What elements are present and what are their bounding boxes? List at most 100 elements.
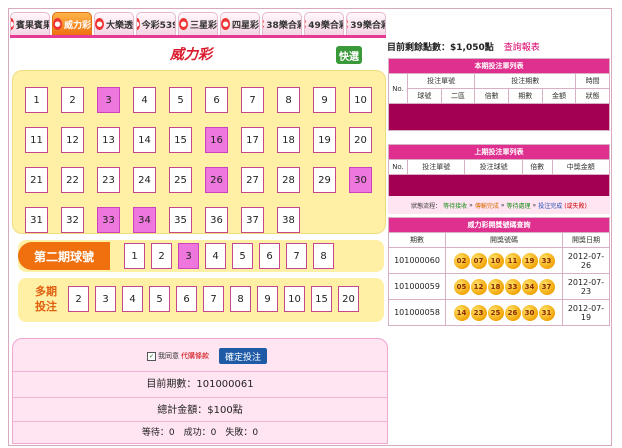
tab-4star[interactable]: ● 四星彩 (220, 12, 260, 36)
multi-period-panel: 多期 投注 2 3 4 5 6 7 8 9 10 15 20 (18, 278, 384, 322)
first-area-number-17[interactable]: 17 (241, 127, 264, 153)
first-area-number-21[interactable]: 21 (25, 167, 48, 193)
drawn-ball: 31 (538, 304, 555, 321)
confirm-bet-button[interactable]: 確定投注 (219, 348, 267, 364)
tab-49[interactable]: ●49樂合彩 (304, 12, 344, 36)
multi-period-option-9[interactable]: 9 (257, 286, 278, 312)
multi-period-option-8[interactable]: 8 (230, 286, 251, 312)
first-area-number-11[interactable]: 11 (25, 127, 48, 153)
status-flow: 狀態流程： 等待接收» 傳輸完成» 等待處理» 投注完成 (或失敗) (388, 196, 610, 214)
drawn-ball: 11 (504, 252, 521, 269)
drawn-ball: 07 (470, 252, 487, 269)
first-area-number-8[interactable]: 8 (277, 87, 300, 113)
first-area-number-24[interactable]: 24 (133, 167, 156, 193)
current-period: 目前期數：101000061 (13, 371, 387, 398)
terms-link[interactable]: 代購條款 (181, 351, 209, 361)
first-area-number-25[interactable]: 25 (169, 167, 192, 193)
tab-3star[interactable]: ● 三星彩 (178, 12, 218, 36)
multi-period-option-6[interactable]: 6 (176, 286, 197, 312)
38-icon: ● (263, 18, 265, 30)
drawn-ball: 26 (504, 304, 521, 321)
multi-period-option-10[interactable]: 10 (284, 286, 305, 312)
table-row: 101000058 14 23 25 26 30 31 2012-07-19 (388, 299, 610, 326)
second-area-number-6[interactable]: 6 (259, 243, 280, 269)
first-area-number-6[interactable]: 6 (205, 87, 228, 113)
multi-period-option-7[interactable]: 7 (203, 286, 224, 312)
first-area-number-12[interactable]: 12 (61, 127, 84, 153)
first-area-grid: 1 2 3 4 5 6 7 8 9 10 11 12 13 14 15 16 17 18 19 20 21 22 23 24 2… (25, 87, 372, 233)
multi-period-option-2[interactable]: 2 (68, 286, 89, 312)
tab-underline (10, 35, 386, 38)
game-tabs: ●賓果賓果 ●威力彩 ●大樂透 ●今彩539 ●三星彩 ●四星彩 ●38樂合彩 … (10, 12, 386, 36)
first-area-number-10[interactable]: 10 (349, 87, 372, 113)
powerball-icon: ● (53, 18, 62, 30)
arrow-icon: » (532, 201, 537, 209)
second-area-number-5[interactable]: 5 (232, 243, 253, 269)
tab-lotto[interactable]: ● 大樂透 (94, 12, 134, 36)
tab-39[interactable]: ●39樂合彩 (346, 12, 386, 36)
agree-checkbox[interactable]: ✓ (147, 351, 156, 361)
draw-history-title: 威力彩開獎號碼查詢 (388, 217, 610, 233)
bet-status-counts: 等待：0 成功：0 失敗：0 (13, 421, 387, 444)
first-area-number-23[interactable]: 23 (97, 167, 120, 193)
first-area-number-36[interactable]: 36 (205, 207, 228, 233)
multi-period-option-3[interactable]: 3 (95, 286, 116, 312)
tab-powerball[interactable]: ● 威力彩 (52, 12, 92, 36)
second-area-number-3[interactable]: 3 (178, 243, 199, 269)
first-area-number-2[interactable]: 2 (61, 87, 84, 113)
first-area-number-3[interactable]: 3 (97, 87, 120, 113)
table-row: 101000059 05 12 18 33 34 37 2012-07-23 (388, 273, 610, 300)
first-area-number-31[interactable]: 31 (25, 207, 48, 233)
first-area-number-16[interactable]: 16 (205, 127, 228, 153)
drawn-ball: 19 (521, 252, 538, 269)
report-link[interactable]: 查詢報表 (504, 43, 540, 53)
first-area-number-26[interactable]: 26 (205, 167, 228, 193)
quick-pick-button[interactable]: 快選 (336, 46, 362, 64)
first-area-number-15[interactable]: 15 (169, 127, 192, 153)
bingo-icon: ● (11, 18, 15, 30)
first-area-number-35[interactable]: 35 (169, 207, 192, 233)
second-area-number-4[interactable]: 4 (205, 243, 226, 269)
first-area-number-19[interactable]: 19 (313, 127, 336, 153)
first-area-number-5[interactable]: 5 (169, 87, 192, 113)
multi-period-label: 多期 投注 (35, 285, 57, 313)
second-area-number-8[interactable]: 8 (313, 243, 334, 269)
first-area-number-37[interactable]: 37 (241, 207, 264, 233)
second-area-label: 第二期球號 (18, 242, 110, 270)
lotto-icon: ● (95, 18, 104, 30)
drawn-ball: 05 (453, 278, 470, 295)
first-area-number-18[interactable]: 18 (277, 127, 300, 153)
current-bets-title: 本期投注單列表 (388, 58, 610, 74)
539-icon: ● (137, 18, 140, 30)
first-area-number-38[interactable]: 38 (277, 207, 300, 233)
first-area-number-32[interactable]: 32 (61, 207, 84, 233)
multi-period-option-20[interactable]: 20 (338, 286, 359, 312)
first-area-number-30[interactable]: 30 (349, 167, 372, 193)
drawn-ball: 33 (504, 278, 521, 295)
multi-period-option-5[interactable]: 5 (149, 286, 170, 312)
first-area-number-7[interactable]: 7 (241, 87, 264, 113)
second-area-number-7[interactable]: 7 (286, 243, 307, 269)
current-bets-empty (388, 103, 610, 131)
tab-bingo[interactable]: ●賓果賓果 (10, 12, 50, 36)
first-area-number-22[interactable]: 22 (61, 167, 84, 193)
first-area-number-33[interactable]: 33 (97, 207, 120, 233)
first-area-number-34[interactable]: 34 (133, 207, 156, 233)
first-area-number-14[interactable]: 14 (133, 127, 156, 153)
multi-period-option-4[interactable]: 4 (122, 286, 143, 312)
second-area-number-1[interactable]: 1 (124, 243, 145, 269)
first-area-number-13[interactable]: 13 (97, 127, 120, 153)
multi-period-option-15[interactable]: 15 (311, 286, 332, 312)
first-area-number-29[interactable]: 29 (313, 167, 336, 193)
drawn-ball: 30 (521, 304, 538, 321)
first-area-number-1[interactable]: 1 (25, 87, 48, 113)
tab-539[interactable]: ●今彩539 (136, 12, 176, 36)
first-area-number-28[interactable]: 28 (277, 167, 300, 193)
first-area-number-4[interactable]: 4 (133, 87, 156, 113)
first-area-number-27[interactable]: 27 (241, 167, 264, 193)
first-area-number-20[interactable]: 20 (349, 127, 372, 153)
drawn-ball: 14 (453, 304, 470, 321)
second-area-number-2[interactable]: 2 (151, 243, 172, 269)
first-area-number-9[interactable]: 9 (313, 87, 336, 113)
tab-38[interactable]: ●38樂合彩 (262, 12, 302, 36)
